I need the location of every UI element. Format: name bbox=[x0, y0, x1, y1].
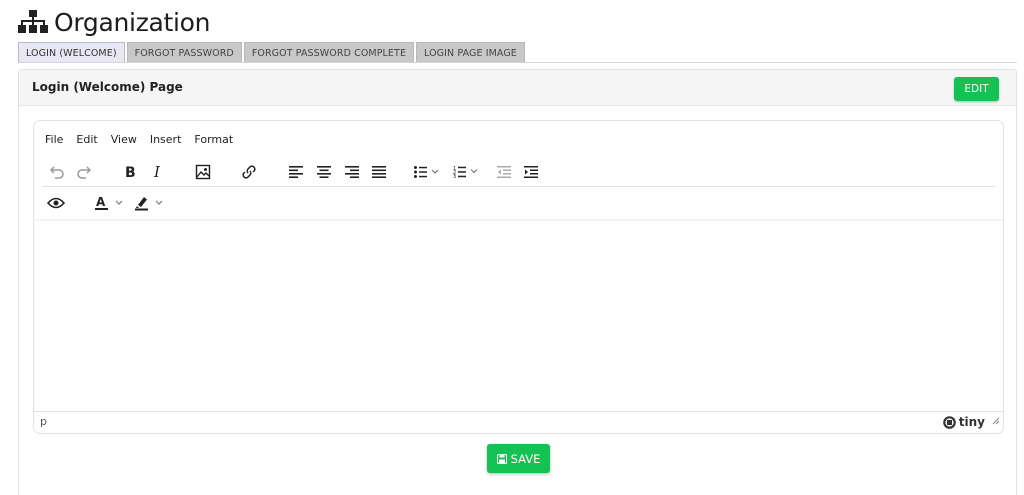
undo-icon[interactable] bbox=[49, 164, 65, 180]
highlight-color-icon[interactable] bbox=[135, 195, 167, 211]
svg-text:3: 3 bbox=[453, 174, 456, 179]
tab-bar: LOGIN (WELCOME) FORGOT PASSWORD FORGOT P… bbox=[18, 42, 525, 63]
tab-login-welcome[interactable]: LOGIN (WELCOME) bbox=[18, 42, 125, 63]
bullet-list-icon[interactable] bbox=[414, 165, 440, 178]
menu-file[interactable]: File bbox=[45, 133, 63, 146]
tab-forgot-password[interactable]: FORGOT PASSWORD bbox=[126, 42, 242, 63]
outdent-icon[interactable] bbox=[497, 165, 511, 178]
menu-view[interactable]: View bbox=[111, 133, 137, 146]
page-title: Organization bbox=[54, 7, 211, 37]
numbered-list-icon[interactable]: 123 bbox=[453, 165, 479, 178]
align-left-icon[interactable] bbox=[289, 165, 303, 178]
indent-icon[interactable] bbox=[524, 165, 538, 178]
align-right-icon[interactable] bbox=[345, 165, 359, 178]
bold-icon[interactable]: B bbox=[124, 164, 138, 180]
rich-text-editor: File Edit View Insert Format B I 1 2 3 A… bbox=[33, 120, 1004, 434]
align-justify-icon[interactable] bbox=[372, 165, 386, 178]
svg-text:I: I bbox=[153, 164, 161, 180]
tabs-divider bbox=[18, 62, 1017, 63]
sitemap-icon bbox=[18, 10, 48, 33]
tab-forgot-password-complete[interactable]: FORGOT PASSWORD COMPLETE bbox=[243, 42, 415, 63]
menu-insert[interactable]: Insert bbox=[150, 133, 182, 146]
italic-icon[interactable]: I bbox=[153, 164, 165, 180]
floppy-disk-icon bbox=[496, 453, 507, 464]
redo-icon[interactable] bbox=[76, 164, 92, 180]
save-button-label: SAVE bbox=[510, 451, 541, 466]
panel-title: Login (Welcome) Page bbox=[32, 80, 183, 94]
text-color-icon[interactable]: A bbox=[95, 195, 127, 211]
preview-icon[interactable] bbox=[47, 197, 65, 209]
image-icon[interactable] bbox=[195, 164, 211, 180]
link-icon[interactable] bbox=[241, 164, 257, 180]
editor-menubar: File Edit View Insert Format bbox=[34, 121, 1003, 157]
menu-edit[interactable]: Edit bbox=[76, 133, 97, 146]
resize-handle-icon[interactable] bbox=[992, 412, 1000, 430]
tiny-brand-label: tiny bbox=[958, 415, 985, 429]
tab-login-page-image[interactable]: LOGIN PAGE IMAGE bbox=[416, 42, 525, 63]
page-header: Organization bbox=[18, 6, 211, 38]
edit-button[interactable]: EDIT bbox=[954, 77, 999, 101]
menu-format[interactable]: Format bbox=[194, 133, 233, 146]
save-button[interactable]: SAVE bbox=[487, 444, 550, 473]
tiny-logo-icon bbox=[942, 415, 956, 429]
tiny-brand[interactable]: tiny bbox=[942, 415, 985, 429]
editor-content-area[interactable] bbox=[34, 221, 1003, 412]
content-panel: Login (Welcome) Page EDIT File Edit View… bbox=[18, 69, 1017, 495]
editor-statusbar: p tiny bbox=[34, 411, 1003, 433]
element-path[interactable]: p bbox=[40, 415, 47, 428]
align-center-icon[interactable] bbox=[317, 165, 331, 178]
editor-toolbar-primary: B I 1 2 3 bbox=[42, 157, 995, 187]
editor-toolbar-secondary: A bbox=[42, 187, 995, 219]
svg-text:A: A bbox=[96, 195, 106, 209]
svg-text:B: B bbox=[125, 165, 136, 180]
panel-header: Login (Welcome) Page EDIT bbox=[19, 70, 1016, 106]
